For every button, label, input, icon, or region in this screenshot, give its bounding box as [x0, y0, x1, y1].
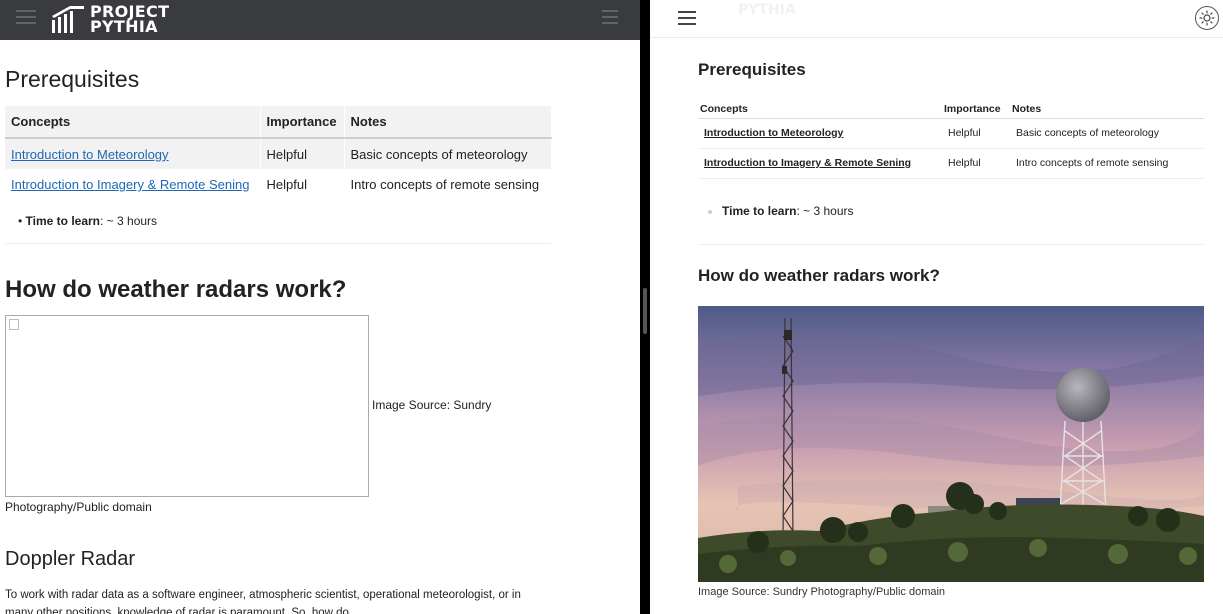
logo[interactable]: PROJECT PYTHIA	[48, 0, 170, 36]
table-cell: Intro concepts of remote sensing	[1010, 148, 1204, 179]
ghost-logo-text: PYTHIA	[738, 2, 796, 18]
remote-sensing-link[interactable]: Introduction to Imagery & Remote Sening	[11, 177, 249, 192]
table-cell: Helpful	[260, 169, 345, 200]
left-pane: PROJECT PYTHIA Prerequisites Concepts Im…	[0, 0, 640, 614]
table-cell: Introduction to Meteorology	[698, 118, 942, 149]
table-cell: Helpful	[942, 118, 1010, 149]
split-handle[interactable]	[643, 288, 647, 334]
prerequisites-heading: Prerequisites	[698, 60, 806, 79]
table-row: Introduction to Meteorology Helpful Basi…	[698, 118, 1204, 149]
toc-icon[interactable]	[602, 10, 618, 26]
site-header: PROJECT PYTHIA	[0, 0, 640, 40]
remote-sensing-link[interactable]: Introduction to Imagery & Remote Sening	[704, 157, 911, 169]
image-caption-continued: Photography/Public domain	[5, 500, 152, 514]
table-cell: Helpful	[260, 138, 345, 169]
bullet-dot	[708, 209, 712, 214]
prerequisites-table: Concepts Importance Notes Introduction t…	[5, 106, 552, 200]
column-header: Notes	[344, 106, 552, 139]
doppler-paragraph: To work with radar data as a software en…	[5, 589, 521, 614]
image-caption: Image Source: Sundry Photography/Public …	[698, 586, 946, 598]
radar-section-heading: How do weather radars work?	[698, 266, 940, 285]
theme-toggle-button[interactable]	[1195, 6, 1219, 30]
table-cell: Introduction to Imagery & Remote Sening	[698, 148, 942, 179]
column-header: Importance	[942, 100, 1010, 119]
table-cell: Helpful	[942, 148, 1010, 179]
table-row: Introduction to Meteorology Helpful Basi…	[5, 138, 552, 169]
divider-rule	[5, 243, 551, 244]
time-to-learn: • Time to learn: ~ 3 hours	[18, 214, 158, 228]
broken-image	[5, 315, 369, 497]
logo-text: PROJECT PYTHIA	[90, 2, 170, 36]
time-to-learn: Time to learn: ~ 3 hours	[708, 204, 854, 218]
table-cell: Basic concepts of meteorology	[1010, 118, 1204, 149]
column-header: Concepts	[698, 100, 942, 119]
meteorology-link[interactable]: Introduction to Meteorology	[704, 127, 843, 139]
weather-radar-photo	[698, 306, 1204, 582]
broken-image-icon	[9, 319, 19, 330]
column-header: Importance	[260, 106, 345, 139]
site-header: PYTHIA	[650, 0, 1223, 38]
sun-icon	[1199, 10, 1215, 26]
hamburger-icon[interactable]	[678, 11, 696, 29]
table-cell: Intro concepts of remote sensing	[344, 169, 552, 200]
table-header-row: Concepts Importance Notes	[698, 100, 1204, 119]
image-caption: Image Source: Sundry	[372, 398, 492, 412]
column-header: Concepts	[5, 106, 261, 139]
doppler-heading: Doppler Radar	[5, 548, 136, 570]
table-cell: Introduction to Meteorology	[5, 138, 261, 169]
meteorology-link[interactable]: Introduction to Meteorology	[11, 147, 169, 162]
divider-rule	[698, 244, 1204, 245]
table-row: Introduction to Imagery & Remote Sening …	[5, 169, 552, 200]
hamburger-icon[interactable]	[16, 10, 36, 26]
right-pane: PYTHIA Prerequisites Concepts Importance…	[650, 0, 1223, 614]
prerequisites-table: Concepts Importance Notes Introduction t…	[698, 100, 1204, 179]
pythia-logo-icon	[52, 6, 84, 33]
table-cell: Basic concepts of meteorology	[344, 138, 552, 169]
table-cell: Introduction to Imagery & Remote Sening	[5, 169, 261, 200]
prerequisites-heading: Prerequisites	[5, 66, 140, 92]
table-header-row: Concepts Importance Notes	[5, 106, 552, 139]
column-header: Notes	[1010, 100, 1204, 119]
radar-section-heading: How do weather radars work?	[5, 276, 347, 303]
table-row: Introduction to Imagery & Remote Sening …	[698, 148, 1204, 179]
